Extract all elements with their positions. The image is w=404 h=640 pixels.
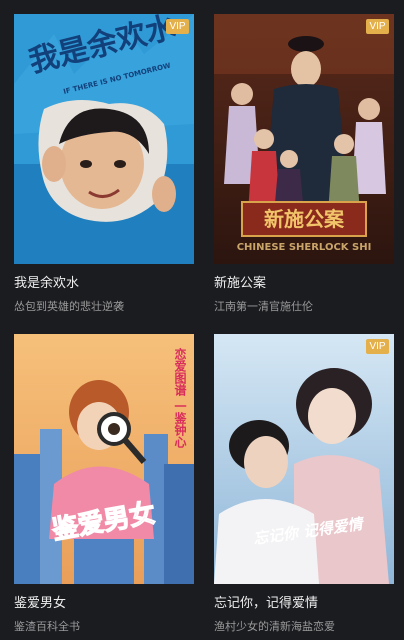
poster-image[interactable]: 新施公案 CHINESE SHERLOCK SHI VIP [214, 14, 394, 264]
poster-image[interactable]: 我是余欢水 IF THERE IS NO TOMORROW VIP [14, 14, 194, 264]
drama-card[interactable]: 新施公案 CHINESE SHERLOCK SHI VIP 新施公案 江南第一清… [214, 14, 394, 316]
drama-title[interactable]: 忘记你，记得爱情 [214, 594, 394, 614]
vip-badge: VIP [366, 19, 389, 34]
vip-badge: VIP [366, 339, 389, 354]
poster-image[interactable]: 恋爱图谱 一鉴钟心 鉴爱男女 [14, 334, 194, 584]
drama-card[interactable]: 我是余欢水 IF THERE IS NO TOMORROW VIP 我是余欢水 … [14, 14, 194, 316]
vip-badge: VIP [166, 19, 189, 34]
poster-tagline-text: 恋爱图谱 一鉴钟心 [173, 347, 187, 449]
drama-subtitle: 鉴渣百科全书 [14, 620, 80, 633]
drama-subtitle: 江南第一清官施仕伦 [214, 300, 313, 313]
drama-title[interactable]: 鉴爱男女 [14, 594, 194, 614]
drama-title[interactable]: 我是余欢水 [14, 274, 194, 294]
poster-tagline-text: CHINESE SHERLOCK SHI [237, 242, 372, 253]
drama-card[interactable]: 恋爱图谱 一鉴钟心 鉴爱男女 鉴爱男女 鉴渣百科全书 [14, 334, 194, 636]
drama-grid: 我是余欢水 IF THERE IS NO TOMORROW VIP 我是余欢水 … [0, 0, 404, 640]
drama-card[interactable]: 忘记你 记得爱情 VIP 忘记你，记得爱情 渔村少女的清新海盐恋爱 [214, 334, 394, 636]
drama-subtitle: 怂包到英雄的悲壮逆袭 [14, 300, 124, 313]
drama-title[interactable]: 新施公案 [214, 274, 394, 294]
poster-image[interactable]: 忘记你 记得爱情 VIP [214, 334, 394, 584]
drama-subtitle: 渔村少女的清新海盐恋爱 [214, 620, 335, 633]
poster-title-text: 新施公案 [264, 207, 345, 231]
